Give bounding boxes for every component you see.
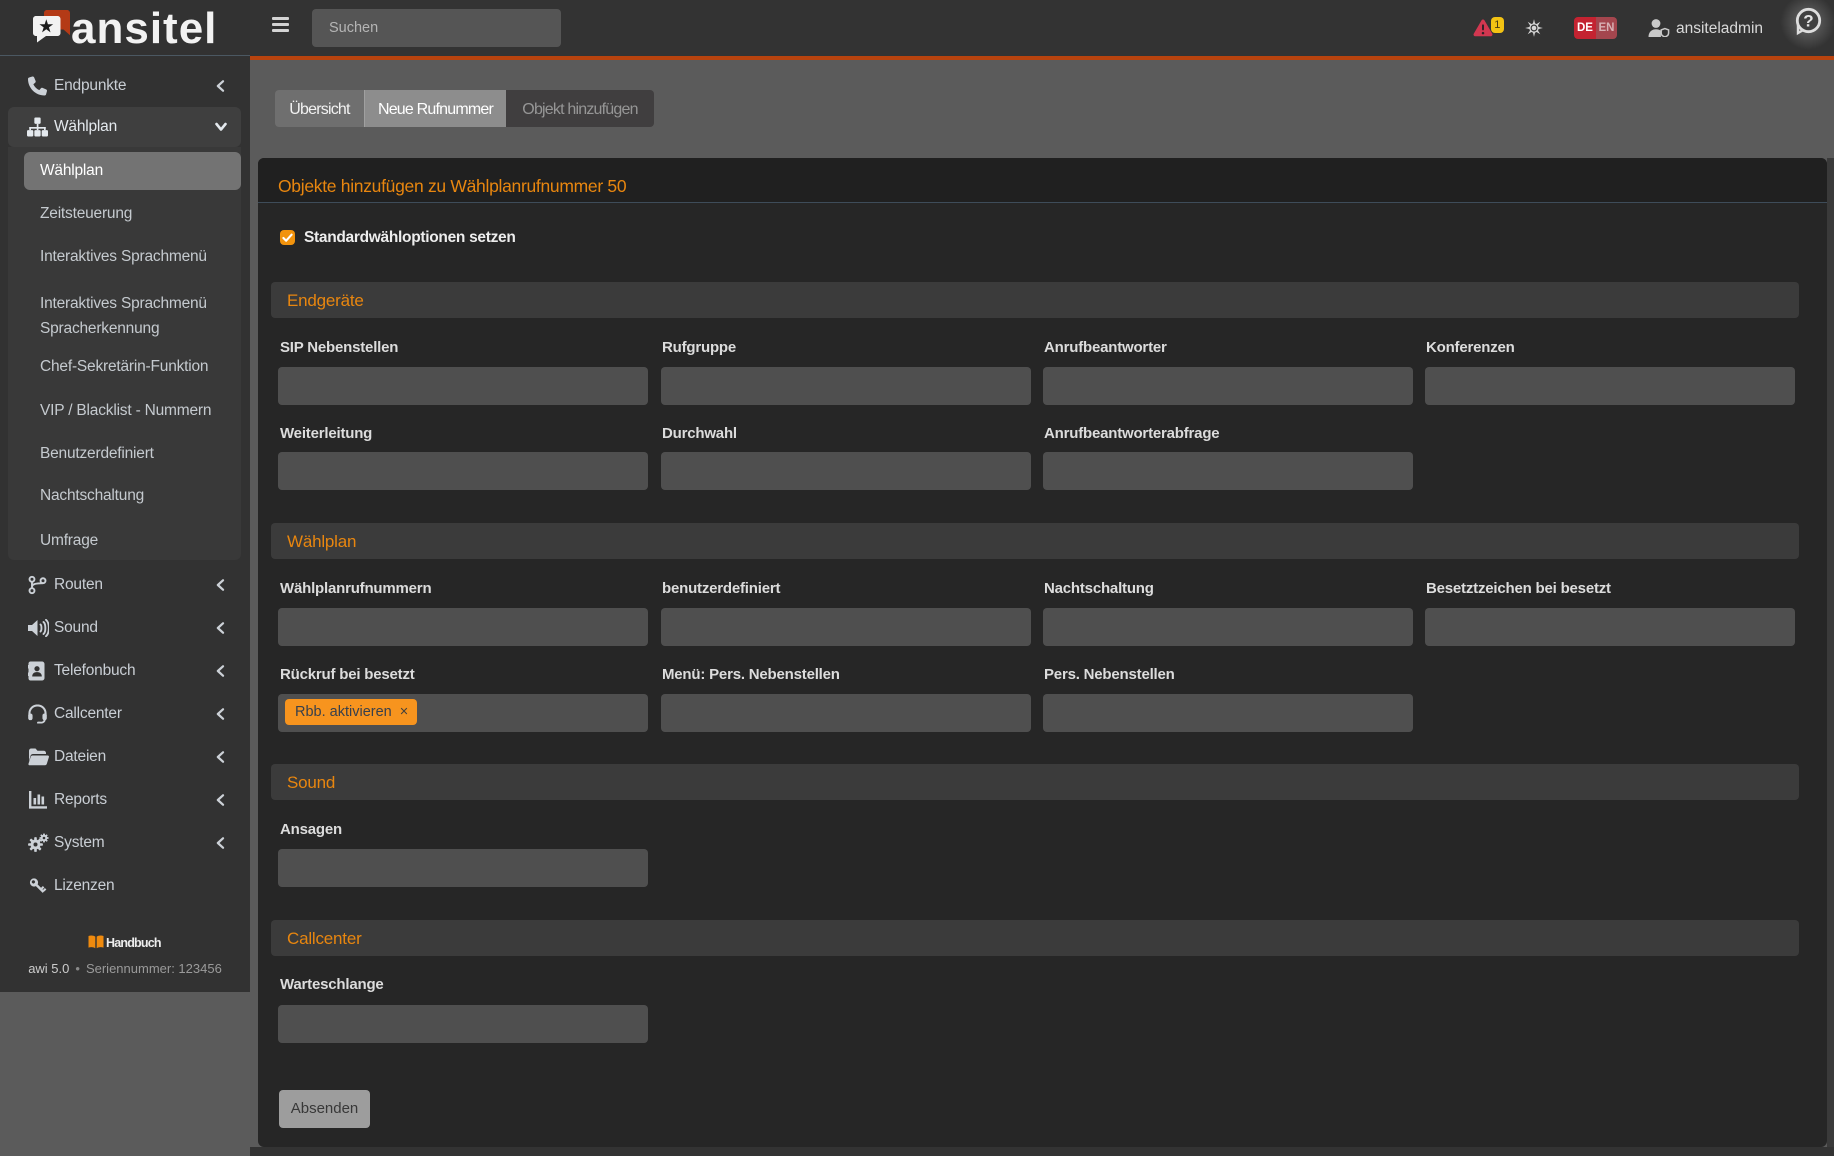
svg-text:?: ? [1803, 12, 1813, 31]
